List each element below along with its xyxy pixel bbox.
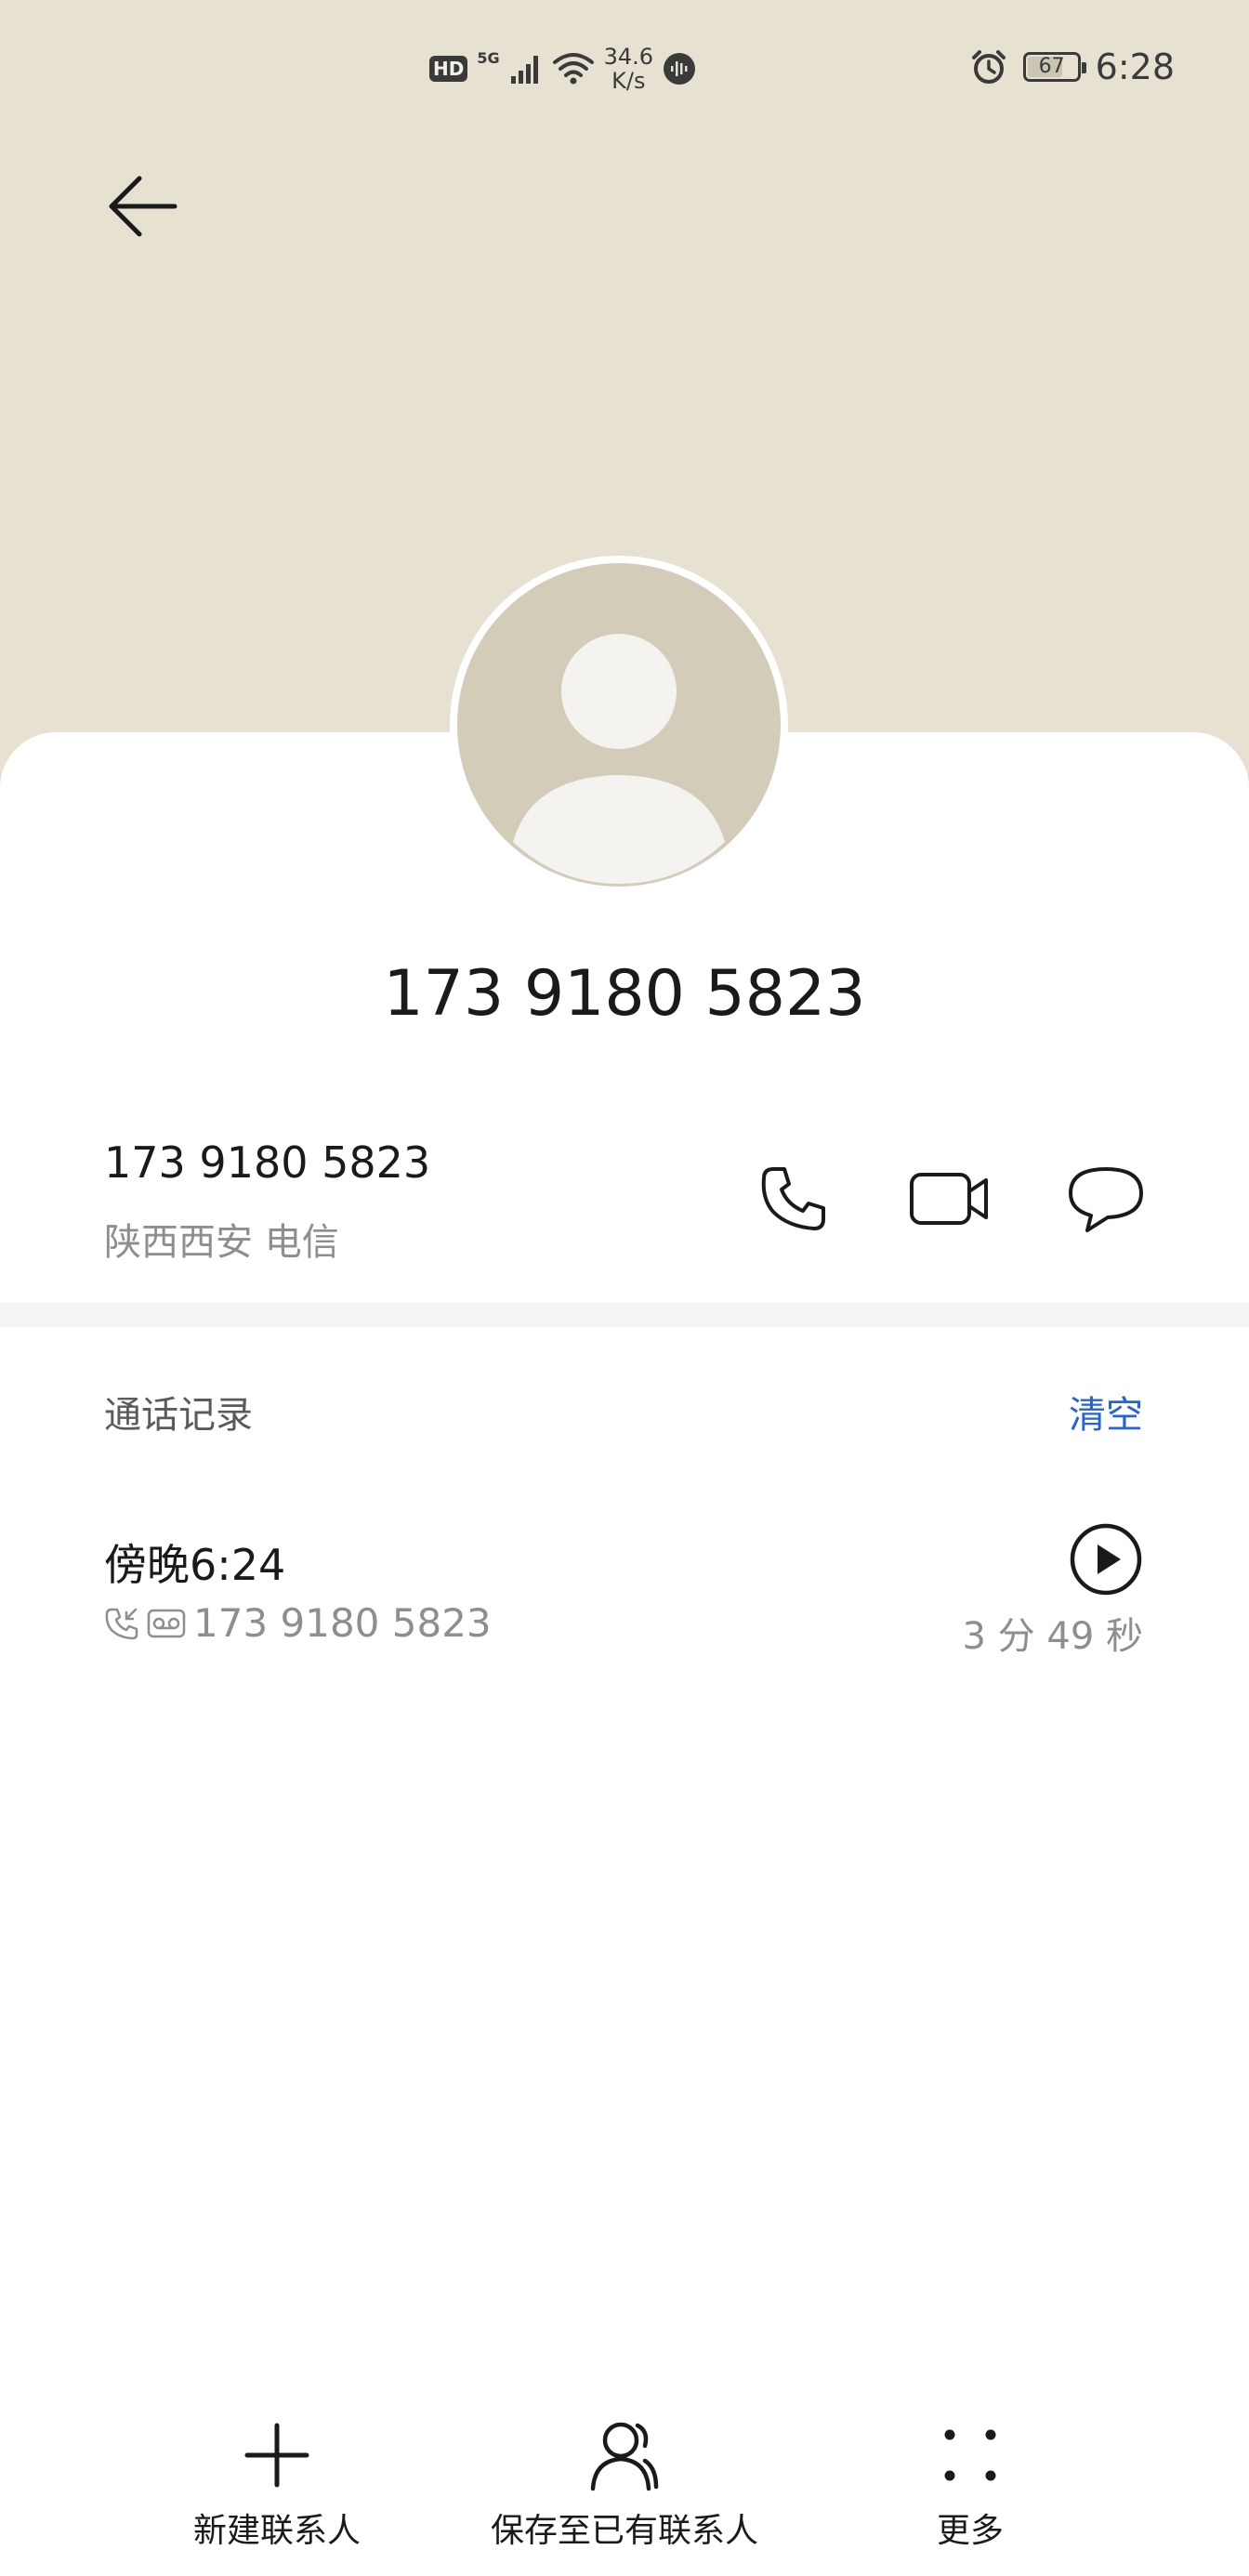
section-divider xyxy=(0,1303,1249,1327)
new-contact-label: 新建联系人 xyxy=(192,2512,361,2550)
call-log-number: 173 9180 5823 xyxy=(193,1600,492,1646)
save-to-existing-label: 保存至已有联系人 xyxy=(490,2512,758,2550)
call-log-detail: 173 9180 5823 xyxy=(104,1600,492,1646)
person-icon-wrap xyxy=(585,2416,664,2494)
video-call-button[interactable] xyxy=(903,1152,996,1245)
contact-title-number: 173 9180 5823 xyxy=(383,957,866,1031)
battery-level-text: 67 xyxy=(1038,55,1065,78)
network-speed-value: 34.6 xyxy=(603,44,654,70)
phone-number[interactable]: 173 9180 5823 xyxy=(104,1137,430,1188)
back-button[interactable] xyxy=(93,160,193,253)
more-label: 更多 xyxy=(936,2512,1004,2550)
battery-cap xyxy=(1081,62,1086,73)
status-time: 6:28 xyxy=(1095,46,1175,87)
status-bar: HD 5G 34.6 K/s 67 6:28 xyxy=(0,37,1249,112)
play-recording-button[interactable] xyxy=(1067,1520,1145,1598)
call-log-title: 通话记录 xyxy=(104,1394,253,1437)
status-bar-indicators: HD 5G 34.6 K/s xyxy=(429,45,696,93)
chat-bubble-icon xyxy=(1069,1167,1143,1232)
avatar xyxy=(450,556,788,894)
new-contact-button[interactable]: 新建联系人 xyxy=(128,2416,426,2552)
voicemail-icon xyxy=(147,1609,186,1637)
clear-call-log-button[interactable]: 清空 xyxy=(1069,1385,1143,1439)
person-icon xyxy=(590,2422,659,2491)
audio-wave-icon xyxy=(664,53,696,85)
play-icon xyxy=(1070,1523,1142,1596)
status-bar-right: 67 6:28 xyxy=(969,46,1175,87)
video-camera-icon xyxy=(910,1173,988,1225)
more-icon-wrap xyxy=(931,2416,1009,2494)
call-button[interactable] xyxy=(747,1152,840,1245)
avatar-image xyxy=(457,563,781,887)
phone-icon xyxy=(761,1167,825,1230)
cellular-signal-icon xyxy=(510,56,538,84)
message-button[interactable] xyxy=(1059,1152,1152,1245)
alarm-icon xyxy=(971,50,1006,84)
number-location: 陕西西安 电信 xyxy=(104,1221,339,1264)
plus-icon xyxy=(244,2423,309,2488)
more-dots-icon xyxy=(944,2429,996,2481)
battery-indicator: 67 xyxy=(1022,52,1086,82)
call-duration: 3 分 49 秒 xyxy=(962,1615,1144,1658)
network-type-label: 5G xyxy=(477,48,500,67)
person-silhouette-icon xyxy=(513,634,725,884)
call-log-time: 傍晚6:24 xyxy=(104,1540,286,1590)
arrow-left-icon xyxy=(109,176,177,237)
hd-badge: HD xyxy=(429,56,468,82)
plus-icon-wrap xyxy=(238,2416,316,2494)
wifi-icon xyxy=(552,53,594,85)
incoming-call-icon xyxy=(105,1608,138,1639)
more-button[interactable]: 更多 xyxy=(822,2416,1119,2552)
network-speed: 34.6 K/s xyxy=(604,45,653,93)
save-to-existing-button[interactable]: 保存至已有联系人 xyxy=(476,2416,773,2552)
network-speed-unit: K/s xyxy=(611,68,646,94)
